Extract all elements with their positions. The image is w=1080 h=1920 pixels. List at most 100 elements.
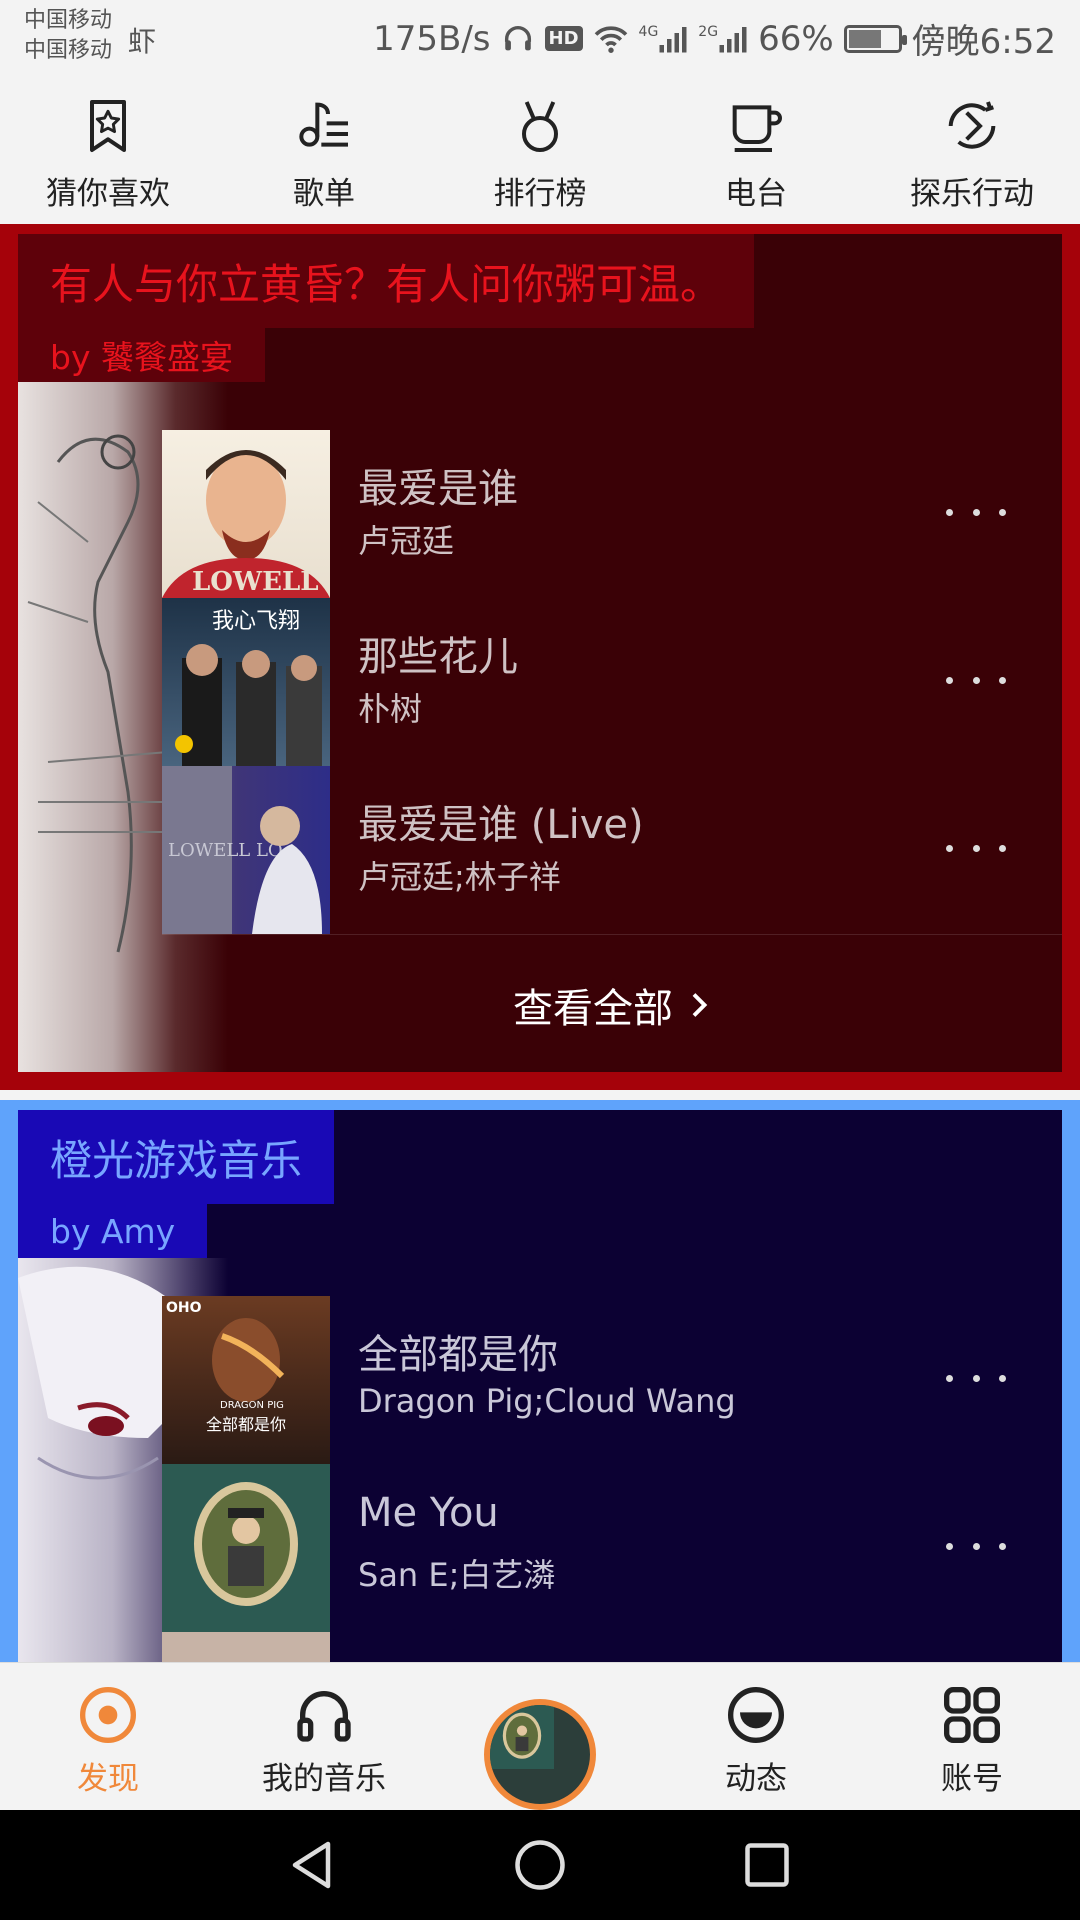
album-cover-art: DRAGON PIG 全部都是你 OHO [166,1300,286,1434]
nav-charts[interactable]: 排行榜 [432,76,648,224]
svg-text:DRAGON PIG: DRAGON PIG [220,1400,284,1411]
album-cover-art: LOWELL LO [162,766,322,934]
playlist-title[interactable]: 有人与你立黄昏？有人问你粥可温。 [18,234,755,328]
carrier-1: 中国移动 [24,8,113,33]
now-playing-disc [484,1699,596,1810]
tab-discover[interactable]: 发现 [0,1663,216,1810]
tab-feed[interactable]: 动态 [648,1663,864,1810]
net-type-4g: 4G [638,23,659,40]
nav-explore[interactable]: 探乐行动 [864,76,1080,224]
carrier-extra: 虾 [128,25,157,58]
battery-icon [843,24,907,53]
tab-account[interactable]: 账号 [864,1663,1080,1810]
system-nav-bar [0,1810,1080,1920]
category-nav: 猜你喜欢 歌单 排行榜 电台 探乐行动 [0,76,1080,224]
carrier-2: 中国移动 [24,38,113,63]
song-row[interactable]: 我心飞翔 那些花儿 朴树 [162,598,1062,766]
svg-text:LOWELL: LOWELL [192,567,319,597]
bottom-tab-bar: 发现 我的音乐 动态 账号 [0,1662,1080,1810]
song-artist: 朴树 [358,690,423,728]
recents-icon[interactable] [737,1835,797,1895]
net-type-2g: 2G [698,23,719,40]
headphones-icon [297,1691,351,1742]
now-playing-cover [490,1705,554,1769]
bookmark-star-icon [90,100,126,152]
clock: 傍晚6:52 [911,22,1056,62]
album-cover-art: 我心飞翔 [175,609,322,766]
app-screen: 中国移动 中国移动 虾 175B/s HD 4G 2G 66% 傍晚6:52 猜… [0,0,1080,1920]
album-cover-art: LOWELL [162,450,330,598]
svg-text:我心飞翔: 我心飞翔 [212,609,300,634]
album-cover: DRAGON PIG 全部都是你 OHO [162,1296,330,1464]
headphones-status-icon [501,22,535,56]
smile-icon [728,1687,784,1743]
net-speed: 175B/s [373,18,491,59]
chevron-right-icon [692,992,708,1017]
discover-icon [80,1687,136,1743]
playlist-author[interactable]: by Amy [18,1204,208,1258]
song-artist: Dragon Pig;Cloud Wang [358,1382,736,1420]
song-row[interactable]: LOWELL 最爱是谁 卢冠廷 [162,430,1062,598]
song-title: 最爱是谁 [358,466,518,512]
song-artist: 卢冠廷;林子祥 [358,858,561,896]
svg-text:OHO: OHO [166,1300,202,1316]
album-cover: LOWELL LO [162,766,330,934]
now-playing-button[interactable] [432,1663,648,1810]
carrier-info: 中国移动 中国移动 [24,6,112,66]
nav-label: 猜你喜欢 [46,176,170,212]
nav-label: 排行榜 [493,176,587,212]
cup-icon [732,105,782,152]
nav-playlists[interactable]: 歌单 [216,76,432,224]
tab-label: 发现 [77,1761,139,1797]
album-cover: LOWELL [162,430,330,598]
nav-radio[interactable]: 电台 [648,76,864,224]
tab-label: 账号 [941,1761,1003,1797]
song-title: 全部都是你 [358,1332,558,1378]
song-artist: 卢冠廷 [358,522,455,560]
playlist-author[interactable]: by 饕餮盛宴 [18,328,265,382]
status-indicators: 175B/s HD 4G 2G 66% 傍晚6:52 [373,14,1056,63]
song-artist: San E;白艺潾 [358,1556,556,1594]
nav-label: 电台 [725,176,787,212]
back-icon[interactable] [283,1835,343,1895]
playlist-card: 橙光游戏音乐 by Amy DRAGON PIG 全部都是你 OHO 全部都是你 [0,1100,1080,1700]
signal-4g-icon: 4G [639,24,689,54]
home-icon[interactable] [510,1835,570,1895]
playlist-card-body: 橙光游戏音乐 by Amy DRAGON PIG 全部都是你 OHO 全部都是你 [18,1110,1062,1700]
view-all-button[interactable]: 查看全部 [162,934,1062,1072]
more-options-button[interactable] [946,660,1006,700]
grid-icon [944,1687,1000,1743]
more-options-button[interactable] [946,1358,1006,1398]
playlist-card: 有人与你立黄昏？有人问你粥可温。 by 饕餮盛宴 LOWELL 最爱是谁 卢冠廷… [0,224,1080,1090]
svg-text:全部都是你: 全部都是你 [206,1415,286,1434]
wifi-icon [593,24,629,54]
nav-guess-you-like[interactable]: 猜你喜欢 [0,76,216,224]
more-options-button[interactable] [946,492,1006,532]
song-list: DRAGON PIG 全部都是你 OHO 全部都是你 Dragon Pig;Cl… [162,1296,1062,1700]
medal-icon [522,101,558,152]
song-row[interactable]: Me You San E;白艺潾 [162,1464,1062,1632]
nav-label: 探乐行动 [910,176,1034,212]
svg-text:LOWELL LO: LOWELL LO [168,840,283,861]
tab-label: 动态 [725,1761,787,1797]
song-list: LOWELL 最爱是谁 卢冠廷 我心飞翔 那些花儿 朴树 LOWELL LO 最… [162,430,1062,934]
signal-2g-icon: 2G [698,24,748,54]
album-cover [162,1464,330,1632]
explore-icon [948,101,996,149]
song-row[interactable]: LOWELL LO 最爱是谁 (Live) 卢冠廷;林子祥 [162,766,1062,934]
battery-percent: 66% [758,18,834,59]
tab-label: 我的音乐 [262,1761,386,1797]
nav-label: 歌单 [293,176,355,212]
tab-my-music[interactable]: 我的音乐 [216,1663,432,1810]
song-title: 最爱是谁 (Live) [358,802,644,848]
playlist-title[interactable]: 橙光游戏音乐 [18,1110,335,1204]
playlist-card-body: 有人与你立黄昏？有人问你粥可温。 by 饕餮盛宴 LOWELL 最爱是谁 卢冠廷… [18,234,1062,1072]
album-cover-art [194,1482,298,1606]
music-list-icon [299,102,348,147]
more-options-button[interactable] [946,1526,1006,1566]
song-title: Me You [358,1490,499,1536]
song-row[interactable]: DRAGON PIG 全部都是你 OHO 全部都是你 Dragon Pig;Cl… [162,1296,1062,1464]
battery-fill [848,29,881,48]
view-all-label: 查看全部 [513,985,673,1032]
more-options-button[interactable] [946,828,1006,868]
